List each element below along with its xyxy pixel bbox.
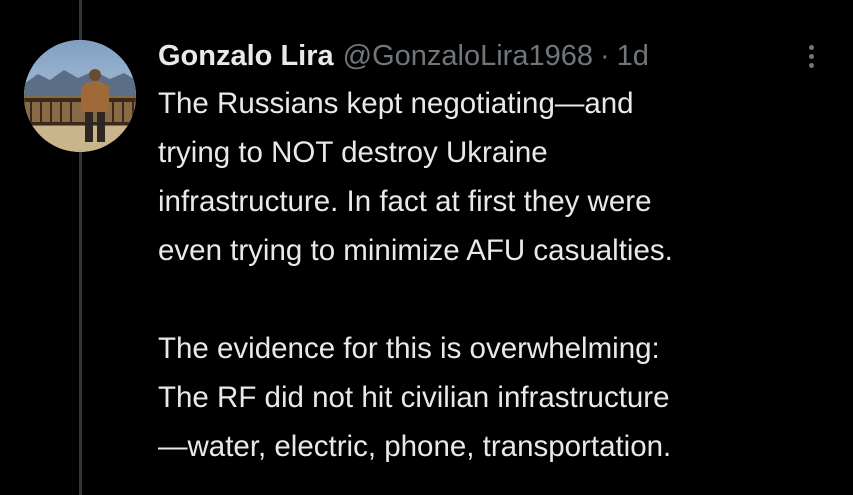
tweet-paragraph: The Russians kept negotiating—and trying… [158,87,673,267]
author-display-name[interactable]: Gonzalo Lira [158,38,334,74]
profile-photo-icon [24,40,136,152]
tweet-body: The Russians kept negotiating—and trying… [158,79,838,471]
tweet-timestamp[interactable]: 1d [617,38,649,74]
author-avatar[interactable] [24,40,136,152]
separator-dot: · [599,40,610,72]
tweet-paragraph: The evidence for this is overwhelming: T… [158,332,672,463]
tweet-header: Gonzalo Lira @GonzaloLira1968 · 1d [158,38,649,74]
more-options-icon[interactable] [800,42,824,72]
author-handle[interactable]: @GonzaloLira1968 [343,38,593,74]
